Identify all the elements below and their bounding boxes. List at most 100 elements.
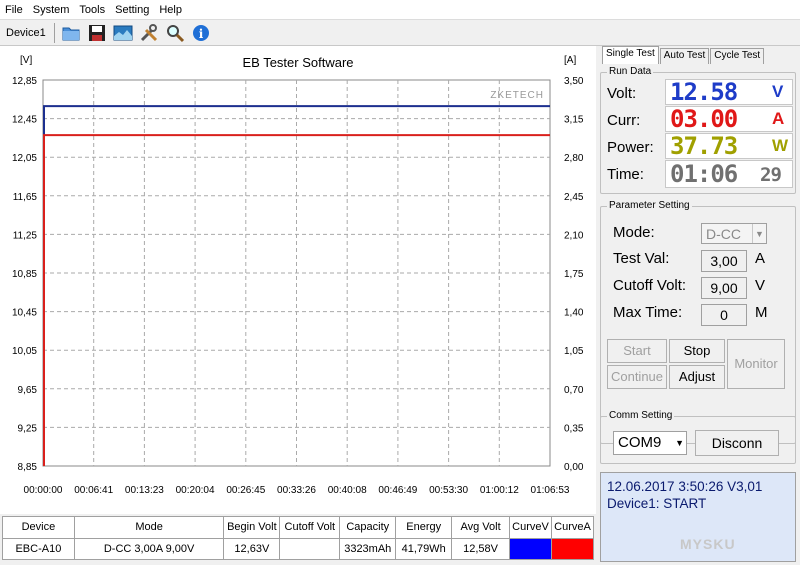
cell-energy: 41,79Wh bbox=[395, 537, 453, 560]
cell-cutoff-volt bbox=[279, 537, 341, 560]
test-val-input[interactable]: 3,00 bbox=[701, 250, 747, 272]
chevron-down-icon[interactable]: ▼ bbox=[675, 432, 684, 454]
tab-auto-test[interactable]: Auto Test bbox=[659, 48, 710, 64]
time-display: 01:06 29 bbox=[665, 160, 793, 188]
watermark-logo: MYSKU bbox=[680, 536, 736, 552]
start-button[interactable]: Start bbox=[607, 339, 667, 363]
volt-label: Volt: bbox=[607, 85, 637, 102]
y-left-tick-label: 12,85 bbox=[12, 76, 37, 87]
table-row[interactable]: EBC-A10 D-CC 3,00A 9,00V 12,63V 3323mAh … bbox=[2, 537, 595, 560]
results-table: Device Mode Begin Volt Cutoff Volt Capac… bbox=[2, 516, 595, 560]
run-data-group: Run Data Volt: 12.58 V Curr: 03.00 A Pow… bbox=[600, 66, 796, 194]
x-tick-label: 00:06:41 bbox=[74, 485, 113, 496]
tab-cycle-test[interactable]: Cycle Test bbox=[710, 48, 765, 64]
chart-title: EB Tester Software bbox=[242, 55, 353, 70]
max-time-label: Max Time: bbox=[613, 304, 683, 321]
y-left-tick-label: 12,45 bbox=[12, 115, 37, 126]
cell-avg-volt: 12,58V bbox=[451, 537, 511, 560]
curve-a-color-swatch[interactable] bbox=[550, 537, 595, 560]
y-right-tick-label: 3,50 bbox=[564, 76, 584, 87]
toolbar: Device1 i bbox=[0, 20, 800, 46]
chart: 12,85 3,50 12,45 3,15 12,05 2,80 11,65 2,45 11,2… bbox=[12, 55, 584, 496]
time-seconds: 29 bbox=[760, 164, 782, 186]
y-right-unit: [A] bbox=[564, 55, 576, 66]
table-header-row: Device Mode Begin Volt Cutoff Volt Capac… bbox=[2, 516, 595, 539]
y-right-tick-label: 0,70 bbox=[564, 385, 584, 396]
curve-v-color-swatch[interactable] bbox=[509, 537, 552, 560]
test-val-unit: A bbox=[755, 250, 766, 267]
y-left-tick-label: 9,25 bbox=[18, 423, 38, 434]
cell-mode: D-CC 3,00A 9,00V bbox=[73, 537, 225, 560]
chevron-down-icon[interactable]: ▼ bbox=[752, 224, 766, 243]
x-tick-label: 01:00:12 bbox=[480, 485, 519, 496]
mode-select[interactable]: D-CC ▼ bbox=[701, 223, 767, 244]
y-left-tick-label: 10,45 bbox=[12, 308, 37, 319]
menu-file[interactable]: File bbox=[0, 0, 28, 20]
comm-setting-title: Comm Setting bbox=[607, 410, 675, 421]
y-right-tick-label: 2,45 bbox=[564, 192, 584, 203]
col-mode: Mode bbox=[73, 516, 225, 539]
status-line-2: Device1: START bbox=[607, 496, 707, 511]
x-tick-label: 00:20:04 bbox=[176, 485, 215, 496]
disconnect-button[interactable]: Disconn bbox=[695, 430, 779, 456]
mode-label: Mode: bbox=[613, 224, 655, 241]
col-curve-v: CurveV bbox=[509, 516, 552, 539]
brand-label: ZKETECH bbox=[490, 90, 544, 101]
x-tick-label: 00:33:26 bbox=[277, 485, 316, 496]
stop-button[interactable]: Stop bbox=[669, 339, 725, 363]
info-icon[interactable]: i bbox=[189, 22, 213, 44]
parameter-setting-title: Parameter Setting bbox=[607, 200, 692, 211]
save-icon[interactable] bbox=[85, 22, 109, 44]
volt-unit: V bbox=[772, 82, 784, 101]
volt-display: 12.58 V bbox=[665, 78, 793, 106]
col-cutoff-volt: Cutoff Volt bbox=[279, 516, 341, 539]
image-icon[interactable] bbox=[111, 22, 135, 44]
toolbar-separator bbox=[53, 22, 55, 43]
parameter-setting-group: Parameter Setting Mode: D-CC ▼ Test Val:… bbox=[600, 200, 796, 444]
y-right-tick-label: 0,35 bbox=[564, 423, 584, 434]
curr-unit: A bbox=[772, 109, 785, 128]
menu-system[interactable]: System bbox=[28, 0, 75, 20]
power-value: 37.73 bbox=[670, 132, 738, 160]
max-time-unit: M bbox=[755, 304, 768, 321]
device-selector[interactable]: Device1 bbox=[0, 27, 50, 39]
tab-single-test[interactable]: Single Test bbox=[602, 46, 659, 64]
x-tick-label: 00:13:23 bbox=[125, 485, 164, 496]
search-icon[interactable] bbox=[163, 22, 187, 44]
cutoff-volt-label: Cutoff Volt: bbox=[613, 277, 687, 294]
col-energy: Energy bbox=[395, 516, 453, 539]
monitor-button[interactable]: Monitor bbox=[727, 339, 785, 389]
max-time-input[interactable]: 0 bbox=[701, 304, 747, 326]
com-port-select[interactable]: COM9 ▼ bbox=[613, 431, 687, 455]
x-tick-label: 00:40:08 bbox=[328, 485, 367, 496]
comm-setting-group: Comm Setting COM9 ▼ Disconn bbox=[600, 410, 796, 464]
y-right-tick-label: 1,05 bbox=[564, 346, 584, 357]
y-right-tick-label: 3,15 bbox=[564, 115, 584, 126]
status-line-1: 12.06.2017 3:50:26 V3,01 bbox=[607, 479, 763, 494]
menu-setting[interactable]: Setting bbox=[110, 0, 154, 20]
svg-text:i: i bbox=[198, 27, 203, 41]
power-unit: W bbox=[772, 136, 789, 155]
test-tabs: Single Test Auto Test Cycle Test bbox=[602, 46, 765, 64]
open-folder-icon[interactable] bbox=[59, 22, 83, 44]
cell-begin-volt: 12,63V bbox=[223, 537, 281, 560]
y-left-tick-label: 10,05 bbox=[12, 346, 37, 357]
cutoff-volt-unit: V bbox=[755, 277, 766, 294]
adjust-button[interactable]: Adjust bbox=[669, 365, 725, 389]
chart-area: 12,85 3,50 12,45 3,15 12,05 2,80 11,65 2,45 11,2… bbox=[0, 46, 596, 514]
com-port-value: COM9 bbox=[618, 434, 662, 451]
power-display: 37.73 W bbox=[665, 132, 793, 160]
mode-value: D-CC bbox=[706, 226, 741, 242]
curr-value: 03.00 bbox=[670, 105, 738, 133]
x-tick-label: 00:46:49 bbox=[378, 485, 417, 496]
continue-button[interactable]: Continue bbox=[607, 365, 667, 389]
col-begin-volt: Begin Volt bbox=[223, 516, 281, 539]
cutoff-volt-input[interactable]: 9,00 bbox=[701, 277, 747, 299]
y-left-tick-label: 8,85 bbox=[18, 462, 38, 473]
menu-bar: File System Tools Setting Help bbox=[0, 0, 800, 20]
menu-tools[interactable]: Tools bbox=[74, 0, 110, 20]
tools-icon[interactable] bbox=[137, 22, 161, 44]
y-right-tick-label: 2,10 bbox=[564, 230, 584, 241]
time-label: Time: bbox=[607, 166, 644, 183]
menu-help[interactable]: Help bbox=[154, 0, 187, 20]
